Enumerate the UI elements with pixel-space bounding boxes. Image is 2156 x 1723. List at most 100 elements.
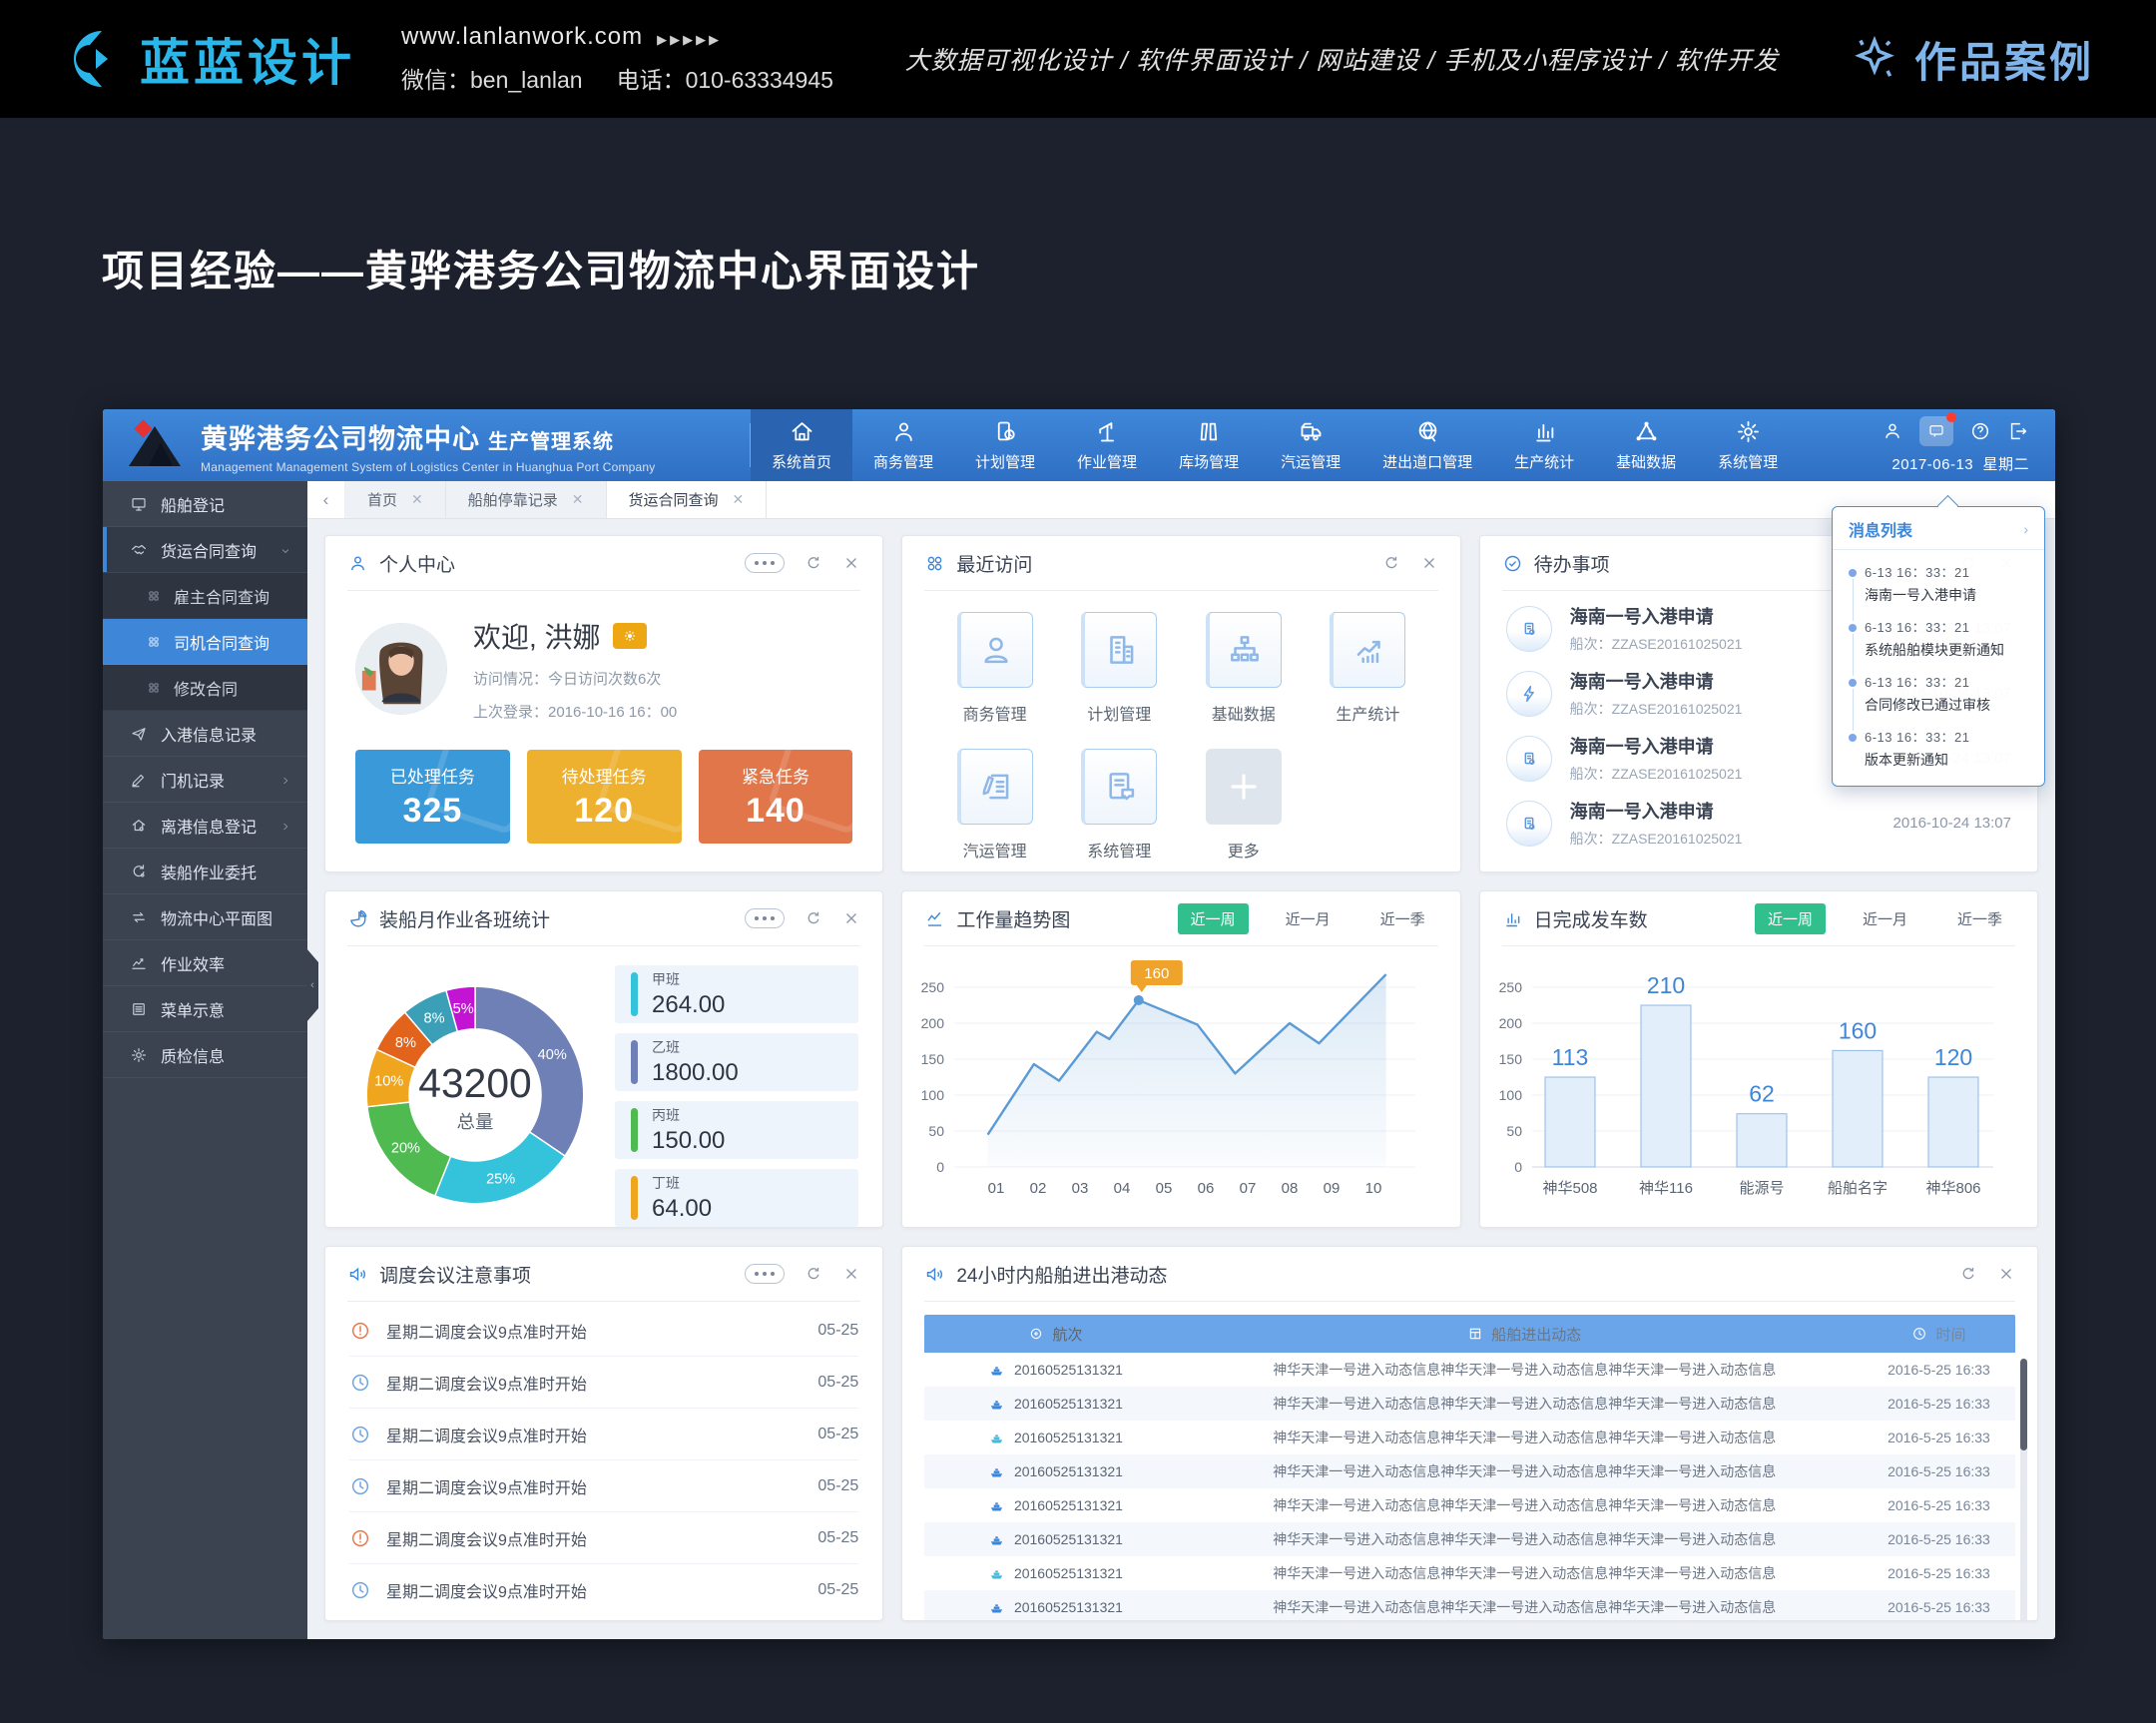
popup-expand-chevron-icon[interactable]: › — [2023, 521, 2028, 537]
help-icon[interactable] — [1969, 420, 1991, 442]
table-row-7[interactable]: 20160525131321 神华天津一号进入动态信息神华天津一号进入动态信息神… — [924, 1556, 2015, 1590]
scrollbar-thumb[interactable] — [2020, 1359, 2027, 1450]
range-button-2[interactable]: 近一月 — [1850, 903, 1920, 934]
bar-category-label: 神华508 — [1542, 1180, 1597, 1197]
bar[interactable] — [1545, 1077, 1595, 1167]
sidebar-item-3[interactable]: 入港信息记录 — [103, 711, 307, 757]
close-icon[interactable] — [842, 909, 860, 927]
range-button-3[interactable]: 近一季 — [1944, 903, 2015, 934]
sidebar-subitem-1[interactable]: 雇主合同查询 — [103, 573, 307, 619]
recent-item-3[interactable]: 基础数据 — [1181, 612, 1306, 725]
close-icon[interactable] — [842, 554, 860, 572]
table-scrollbar[interactable] — [2020, 1359, 2027, 1621]
message-item-2[interactable]: 6-13 16：33：21系统船舶模块更新通知 — [1843, 611, 2030, 666]
close-icon[interactable] — [842, 1265, 860, 1283]
message-item-3[interactable]: 6-13 16：33：21合同修改已通过审核 — [1843, 666, 2030, 721]
nav-item-label: 作业管理 — [1077, 451, 1137, 472]
nav-item-1[interactable]: 系统首页 — [751, 409, 852, 481]
meeting-row-1[interactable]: 星期二调度会议9点准时开始05-25 — [349, 1305, 858, 1357]
sidebar-item-10[interactable]: 质检信息 — [103, 1032, 307, 1078]
meeting-row-2[interactable]: 星期二调度会议9点准时开始05-25 — [349, 1357, 858, 1409]
refresh-icon[interactable] — [1959, 1265, 1977, 1283]
nav-item-9[interactable]: 基础数据 — [1595, 409, 1697, 481]
site-url[interactable]: www.lanlanwork.com — [401, 23, 643, 50]
meeting-row-3[interactable]: 星期二调度会议9点准时开始05-25 — [349, 1409, 858, 1460]
donut-segment[interactable] — [435, 1132, 565, 1204]
nav-item-label: 汽运管理 — [1281, 451, 1341, 472]
table-row-5[interactable]: 20160525131321 神华天津一号进入动态信息神华天津一号进入动态信息神… — [924, 1488, 2015, 1522]
bolt-icon — [1518, 683, 1540, 705]
sidebar-subitem-3[interactable]: 修改合同 — [103, 665, 307, 711]
range-button-2[interactable]: 近一月 — [1273, 903, 1344, 934]
nav-item-6[interactable]: 汽运管理 — [1260, 409, 1361, 481]
table-row-6[interactable]: 20160525131321 神华天津一号进入动态信息神华天津一号进入动态信息神… — [924, 1522, 2015, 1556]
stat-card-2[interactable]: 待处理任务120 — [527, 750, 682, 844]
user-icon[interactable] — [1882, 420, 1903, 442]
nav-item-5[interactable]: 库场管理 — [1158, 409, 1260, 481]
range-button-1[interactable]: 近一周 — [1178, 903, 1249, 934]
bar-category-label: 神华806 — [1925, 1180, 1980, 1197]
recent-item-5[interactable]: 汽运管理 — [932, 749, 1057, 862]
tab-2[interactable]: 船舶停靠记录✕ — [446, 481, 607, 518]
refresh-icon[interactable] — [1382, 554, 1400, 572]
meeting-row-6[interactable]: 星期二调度会议9点准时开始05-25 — [349, 1564, 858, 1616]
table-row-4[interactable]: 20160525131321 神华天津一号进入动态信息神华天津一号进入动态信息神… — [924, 1454, 2015, 1488]
sidebar-subitem-2[interactable]: 司机合同查询 — [103, 619, 307, 665]
recent-item-6[interactable]: 系统管理 — [1057, 749, 1182, 862]
message-item-4[interactable]: 6-13 16：33：21版本更新通知 — [1843, 721, 2030, 776]
refresh-icon[interactable] — [805, 909, 822, 927]
more-options-button[interactable] — [745, 908, 785, 928]
refresh-icon[interactable] — [805, 1265, 822, 1283]
logout-icon[interactable] — [2007, 420, 2029, 442]
nav-item-4[interactable]: 作业管理 — [1056, 409, 1158, 481]
stat-card-1[interactable]: 已处理任务325 — [355, 750, 510, 844]
recent-item-4[interactable]: 生产统计 — [1306, 612, 1430, 725]
messages-button[interactable] — [1919, 416, 1953, 446]
more-options-button[interactable] — [745, 1264, 785, 1284]
nav-item-8[interactable]: 生产统计 — [1493, 409, 1595, 481]
tab-close-icon[interactable]: ✕ — [733, 491, 745, 508]
bar[interactable] — [1737, 1114, 1787, 1167]
tab-close-icon[interactable]: ✕ — [411, 491, 423, 508]
sidebar-item-8[interactable]: 作业效率 — [103, 940, 307, 986]
sidebar-item-5[interactable]: 离港信息登记 — [103, 803, 307, 849]
tabs-back-chevron-icon[interactable]: ‹ — [307, 481, 345, 518]
stat-card-3[interactable]: 紧急任务140 — [699, 750, 853, 844]
table-row-1[interactable]: 20160525131321 神华天津一号进入动态信息神华天津一号进入动态信息神… — [924, 1353, 2015, 1387]
tab-3[interactable]: 货运合同查询✕ — [607, 481, 768, 518]
close-icon[interactable] — [1420, 554, 1438, 572]
bar[interactable] — [1833, 1050, 1883, 1167]
sidebar-item-7[interactable]: 物流中心平面图 — [103, 894, 307, 940]
recent-item-2[interactable]: 计划管理 — [1057, 612, 1182, 725]
refresh-icon[interactable] — [805, 554, 822, 572]
svg-text:150: 150 — [921, 1051, 945, 1067]
sidebar-item-1[interactable]: 船舶登记 — [103, 481, 307, 527]
recent-item-1[interactable]: 商务管理 — [932, 612, 1057, 725]
message-item-1[interactable]: 6-13 16：33：21海南一号入港申请 — [1843, 556, 2030, 611]
tab-1[interactable]: 首页✕ — [345, 481, 446, 518]
table-row-3[interactable]: 20160525131321 神华天津一号进入动态信息神华天津一号进入动态信息神… — [924, 1421, 2015, 1454]
nav-item-3[interactable]: 计划管理 — [954, 409, 1056, 481]
range-button-1[interactable]: 近一周 — [1755, 903, 1826, 934]
todo-row-4[interactable]: 海南一号入港申请船次：ZZASE20161025021 2016-10-24 1… — [1506, 791, 2011, 856]
meeting-row-4[interactable]: 星期二调度会议9点准时开始05-25 — [349, 1460, 858, 1512]
bar[interactable] — [1928, 1077, 1978, 1167]
site-services: 大数据可视化设计 / 软件界面设计 / 网站建设 / 手机及小程序设计 / 软件… — [905, 41, 1779, 77]
sidebar-item-9[interactable]: 菜单示意 — [103, 986, 307, 1032]
nav-item-10[interactable]: 系统管理 — [1697, 409, 1799, 481]
table-row-8[interactable]: 20160525131321 神华天津一号进入动态信息神华天津一号进入动态信息神… — [924, 1590, 2015, 1621]
range-button-3[interactable]: 近一季 — [1367, 903, 1438, 934]
table-row-2[interactable]: 20160525131321 神华天津一号进入动态信息神华天津一号进入动态信息神… — [924, 1387, 2015, 1421]
sidebar-item-2[interactable]: 货运合同查询 — [103, 527, 307, 573]
nav-item-7[interactable]: 进出道口管理 — [1361, 409, 1493, 481]
recent-item-7[interactable]: 更多 — [1181, 749, 1306, 862]
sidebar-item-4[interactable]: 门机记录 — [103, 757, 307, 803]
close-icon[interactable] — [1997, 1265, 2015, 1283]
meeting-row-5[interactable]: 星期二调度会议9点准时开始05-25 — [349, 1512, 858, 1564]
more-options-button[interactable] — [745, 553, 785, 573]
bar[interactable] — [1641, 1005, 1691, 1167]
highlight-point[interactable] — [1134, 995, 1144, 1005]
nav-item-2[interactable]: 商务管理 — [852, 409, 954, 481]
tab-close-icon[interactable]: ✕ — [572, 491, 584, 508]
sidebar-item-6[interactable]: 装船作业委托 — [103, 849, 307, 894]
